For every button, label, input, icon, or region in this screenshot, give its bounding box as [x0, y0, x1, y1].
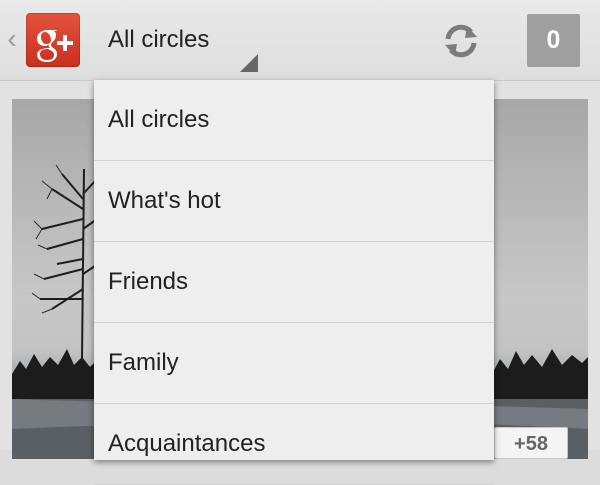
- circles-dropdown-menu: All circles What's hot Friends Family Ac…: [94, 80, 494, 485]
- menu-item-label: Family: [108, 349, 179, 376]
- menu-item-label: What's hot: [108, 187, 221, 214]
- menu-item-label: All circles: [108, 106, 210, 133]
- menu-item-acquaintances[interactable]: Acquaintances: [94, 404, 494, 485]
- menu-item-label: Acquaintances: [108, 430, 266, 457]
- refresh-button[interactable]: [438, 18, 484, 64]
- action-bar: ‹ All circles 0: [0, 0, 600, 81]
- back-chevron-icon[interactable]: ‹: [5, 24, 19, 54]
- menu-item-all-circles[interactable]: All circles: [94, 80, 494, 161]
- circle-selector-spinner[interactable]: All circles: [96, 14, 260, 74]
- plus-one-count-button[interactable]: +58: [494, 427, 568, 459]
- menu-item-label: Friends: [108, 268, 189, 295]
- menu-item-whats-hot[interactable]: What's hot: [94, 161, 494, 242]
- menu-item-friends[interactable]: Friends: [94, 242, 494, 323]
- spinner-corner-icon: [240, 54, 258, 72]
- menu-item-family[interactable]: Family: [94, 323, 494, 404]
- selected-circle-label: All circles: [108, 26, 210, 53]
- refresh-icon: [445, 24, 477, 58]
- notification-count-badge[interactable]: 0: [527, 14, 580, 67]
- google-plus-logo-icon[interactable]: [26, 13, 80, 67]
